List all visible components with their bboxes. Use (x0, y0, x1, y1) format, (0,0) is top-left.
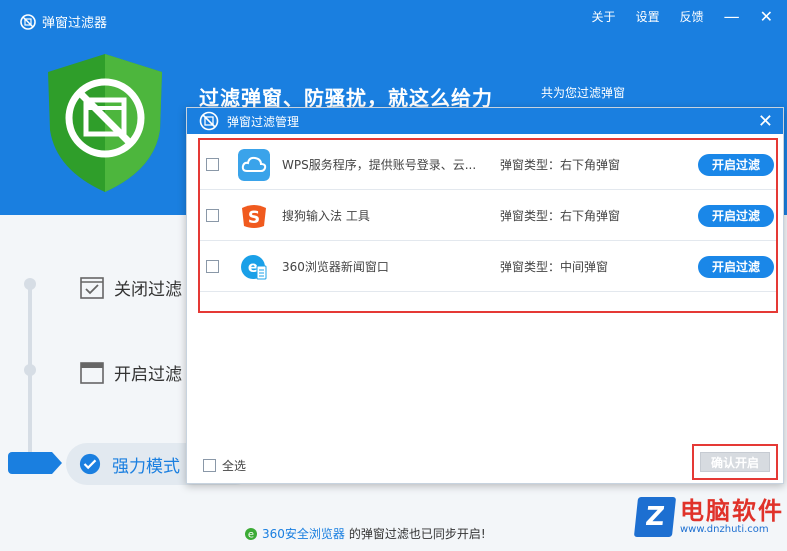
select-all-label: 全选 (222, 459, 247, 473)
app-logo-icon (20, 13, 36, 30)
filter-count-label: 共为您过滤弹窗 (541, 86, 626, 100)
cloud-icon (238, 148, 270, 181)
row-checkbox[interactable] (206, 158, 219, 171)
active-mode-indicator (8, 452, 62, 474)
popup-type: 弹窗类型：中间弹窗 (500, 260, 609, 274)
select-all-checkbox[interactable] (203, 459, 216, 472)
mode-disable-filter[interactable]: 关闭过滤 (80, 275, 182, 300)
browser-link[interactable]: 360安全浏览器 (262, 525, 345, 542)
feedback-menu[interactable]: 反馈 (680, 8, 704, 25)
sogou-icon: S (238, 199, 270, 232)
confirm-highlight: 确认开启 (692, 444, 778, 480)
list-item: S 搜狗输入法 工具 弹窗类型：右下角弹窗 开启过滤 (200, 191, 776, 241)
dialog-header: 弹窗过滤管理 ✕ (187, 108, 783, 134)
confirm-enable-button[interactable]: 确认开启 (700, 452, 770, 472)
popup-type: 弹窗类型：右下角弹窗 (500, 209, 621, 223)
popup-block-icon (199, 111, 219, 131)
app-name: WPS服务程序，提供账号登录、云... (282, 158, 477, 172)
popup-type: 弹窗类型：右下角弹窗 (500, 158, 621, 172)
dialog-title: 弹窗过滤管理 (227, 114, 300, 129)
checkbox-window-icon (80, 276, 104, 299)
app-title: 弹窗过滤器 (20, 12, 107, 31)
about-menu[interactable]: 关于 (592, 8, 616, 25)
watermark: Z 电脑软件 www.dnzhuti.com (633, 497, 784, 537)
dialog-close-button[interactable]: ✕ (758, 111, 773, 132)
list-item: WPS服务程序，提供账号登录、云... 弹窗类型：右下角弹窗 开启过滤 (200, 140, 776, 190)
row-checkbox[interactable] (206, 260, 219, 273)
list-item: e 360浏览器新闻窗口 弹窗类型：中间弹窗 开启过滤 (200, 242, 776, 292)
app-name: 360浏览器新闻窗口 (282, 260, 389, 274)
top-menu: 关于 设置 反馈 — ✕ (592, 8, 773, 25)
enable-filter-button[interactable]: 开启过滤 (698, 204, 774, 227)
row-checkbox[interactable] (206, 209, 219, 222)
rail-dot (24, 278, 36, 290)
minimize-button[interactable]: — (724, 8, 740, 24)
mode-label: 强力模式 (112, 456, 180, 477)
rail-dot (24, 364, 36, 376)
enable-filter-button[interactable]: 开启过滤 (698, 255, 774, 278)
svg-text:e: e (248, 529, 254, 540)
settings-menu[interactable]: 设置 (636, 8, 660, 25)
bottom-note-text: 的弹窗过滤也已同步开启! (348, 527, 486, 541)
select-all[interactable]: 全选 (203, 457, 246, 474)
shield-icon (48, 54, 162, 192)
browser-icon: e (238, 250, 270, 283)
watermark-logo: Z (633, 497, 677, 537)
mode-enable-filter[interactable]: 开启过滤 (80, 360, 182, 385)
mode-label: 开启过滤 (114, 365, 182, 385)
watermark-url: www.dnzhuti.com (680, 524, 769, 535)
app-name: 搜狗输入法 工具 (282, 209, 370, 223)
svg-text:S: S (248, 208, 260, 228)
close-window-button[interactable]: ✕ (760, 8, 773, 24)
bottom-note: e 360安全浏览器 的弹窗过滤也已同步开启! (244, 525, 486, 542)
app-title-text: 弹窗过滤器 (42, 16, 108, 31)
window-icon (80, 361, 104, 384)
check-circle-icon (79, 453, 101, 475)
browser-logo-icon: e (245, 527, 257, 540)
filter-management-dialog: 弹窗过滤管理 ✕ WPS服务程序，提供账号登录、云... 弹窗类型：右下角弹窗 … (186, 107, 784, 484)
popup-list: WPS服务程序，提供账号登录、云... 弹窗类型：右下角弹窗 开启过滤 S 搜狗… (198, 138, 778, 313)
enable-filter-button[interactable]: 开启过滤 (698, 153, 774, 176)
watermark-title: 电脑软件 (680, 497, 784, 525)
mode-label: 关闭过滤 (114, 280, 182, 300)
